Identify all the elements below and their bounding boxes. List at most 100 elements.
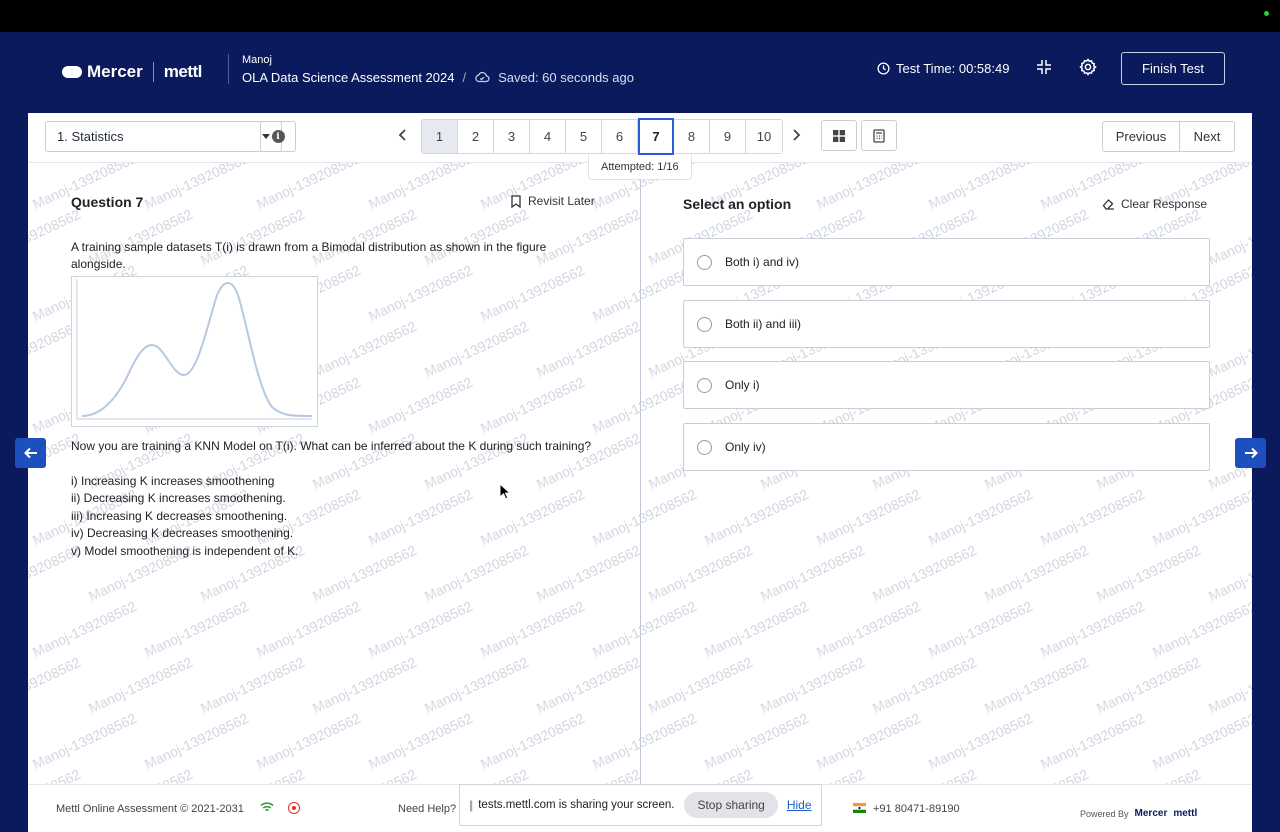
watermark-text: Manoj-139208562 bbox=[1205, 653, 1252, 717]
eraser-icon bbox=[1102, 199, 1114, 210]
watermark-text: Manoj-139208562 bbox=[1094, 766, 1203, 784]
pager-prev-icon[interactable] bbox=[398, 128, 408, 142]
drag-handle-icon[interactable]: || bbox=[469, 798, 473, 812]
watermark-text: Manoj-139208562 bbox=[589, 485, 699, 549]
watermark-text: Manoj-139208562 bbox=[870, 766, 979, 784]
watermark-text: Manoj-139208562 bbox=[589, 597, 699, 661]
page-button-7[interactable]: 7 bbox=[638, 118, 674, 155]
option-1[interactable]: Both i) and iv) bbox=[683, 238, 1210, 286]
section-dropdown[interactable]: 1. Statistics bbox=[45, 121, 282, 152]
watermark-text: Manoj-139208562 bbox=[1037, 597, 1147, 661]
radio-button[interactable] bbox=[697, 439, 712, 455]
watermark-text: Manoj-139208562 bbox=[253, 709, 363, 773]
powered-by: Powered By Mercer mettl bbox=[1080, 808, 1197, 819]
radio-button[interactable] bbox=[697, 377, 712, 393]
watermark-text: Manoj-139208562 bbox=[758, 766, 867, 784]
watermark-text: Manoj-139208562 bbox=[253, 597, 363, 661]
hide-link[interactable]: Hide bbox=[787, 798, 812, 812]
question-pager: 1 2 3 4 5 6 7 8 9 10 bbox=[421, 118, 783, 155]
watermark-text: Manoj-139208562 bbox=[925, 597, 1035, 661]
radio-button[interactable] bbox=[697, 254, 712, 270]
watermark-text: Manoj-139208562 bbox=[477, 709, 587, 773]
previous-button[interactable]: Previous bbox=[1103, 122, 1180, 151]
watermark-text: Manoj-139208562 bbox=[757, 653, 867, 717]
need-help-link[interactable]: Need Help? bbox=[398, 803, 456, 815]
page-button-4[interactable]: 4 bbox=[530, 120, 566, 153]
page-button-2[interactable]: 2 bbox=[458, 120, 494, 153]
watermark-text: Manoj-139208562 bbox=[198, 766, 307, 784]
option-4[interactable]: Only iv) bbox=[683, 423, 1210, 471]
gear-icon[interactable] bbox=[1079, 58, 1097, 76]
page-button-8[interactable]: 8 bbox=[674, 120, 710, 153]
watermark-text: Manoj-139208562 bbox=[85, 653, 195, 717]
watermark-text: Manoj-139208562 bbox=[141, 709, 251, 773]
statement-item: v) Model smoothening is independent of K… bbox=[71, 543, 299, 558]
pager-next-icon[interactable] bbox=[791, 128, 801, 142]
option-label: Only i) bbox=[725, 378, 760, 392]
watermark-text: Manoj-139208562 bbox=[646, 766, 755, 784]
attempted-count: Attempted: 1/16 bbox=[588, 155, 692, 180]
page-button-9[interactable]: 9 bbox=[710, 120, 746, 153]
calculator-button[interactable] bbox=[861, 120, 897, 151]
powered-by-mercer: Mercer bbox=[1134, 808, 1168, 819]
question-text: A training sample datasets T(i) is drawn… bbox=[71, 240, 547, 271]
info-button[interactable]: i bbox=[260, 121, 296, 152]
watermark-text: Manoj-139208562 bbox=[1205, 205, 1252, 269]
watermark-text: Manoj-139208562 bbox=[813, 709, 923, 773]
watermark-text: Manoj-139208562 bbox=[981, 653, 1091, 717]
clock-icon bbox=[877, 62, 890, 75]
top-black-bar bbox=[0, 0, 1280, 32]
watermark-text: Manoj-139208562 bbox=[310, 766, 419, 784]
page-button-1[interactable]: 1 bbox=[422, 120, 458, 153]
previous-question-arrow[interactable] bbox=[15, 438, 46, 468]
watermark-text: Manoj-139208562 bbox=[1205, 541, 1252, 605]
statement-item: iv) Decreasing K decreases smoothening. bbox=[71, 526, 294, 541]
page-button-5[interactable]: 5 bbox=[566, 120, 602, 153]
minimize-icon[interactable] bbox=[1035, 58, 1053, 76]
recording-indicator-dot bbox=[1264, 11, 1269, 16]
watermark-text: Manoj-139208562 bbox=[534, 766, 643, 784]
watermark-text: Manoj-139208562 bbox=[309, 541, 419, 605]
next-question-arrow[interactable] bbox=[1235, 438, 1266, 468]
radio-button[interactable] bbox=[697, 316, 712, 332]
next-button[interactable]: Next bbox=[1180, 122, 1234, 151]
watermark-text: Manoj-139208562 bbox=[533, 541, 643, 605]
share-message: tests.mettl.com is sharing your screen. bbox=[478, 799, 675, 811]
watermark-text: Manoj-139208562 bbox=[813, 597, 923, 661]
page-button-3[interactable]: 3 bbox=[494, 120, 530, 153]
powered-by-label: Powered By bbox=[1080, 808, 1129, 819]
prev-next-group: Previous Next bbox=[1102, 121, 1235, 152]
question-grid-button[interactable] bbox=[821, 120, 857, 151]
watermark-text: Manoj-139208562 bbox=[1149, 709, 1252, 773]
finish-test-button[interactable]: Finish Test bbox=[1121, 52, 1225, 85]
statement-item: ii) Decreasing K increases smoothening. bbox=[71, 491, 286, 506]
brand-separator bbox=[152, 62, 154, 82]
watermark-text: Manoj-139208562 bbox=[421, 317, 531, 381]
powered-by-mettl: mettl bbox=[1173, 808, 1198, 819]
page-button-6[interactable]: 6 bbox=[602, 120, 638, 153]
watermark-text: Manoj-139208562 bbox=[477, 485, 587, 549]
section-dropdown-value: 1. Statistics bbox=[57, 129, 124, 144]
watermark-text: Manoj-139208562 bbox=[981, 541, 1091, 605]
watermark-text: Manoj-139208562 bbox=[365, 597, 475, 661]
select-option-heading: Select an option bbox=[683, 196, 792, 212]
watermark-text: Manoj-139208562 bbox=[982, 766, 1091, 784]
watermark-text: Manoj-139208562 bbox=[701, 485, 811, 549]
watermark-text: Manoj-139208562 bbox=[141, 163, 251, 213]
page-button-10[interactable]: 10 bbox=[746, 120, 782, 153]
watermark-text: Manoj-139208562 bbox=[29, 597, 139, 661]
option-3[interactable]: Only i) bbox=[683, 361, 1210, 409]
revisit-later-label: Revisit Later bbox=[528, 194, 595, 208]
stop-sharing-button[interactable]: Stop sharing bbox=[684, 792, 778, 818]
watermark-text: Manoj-139208562 bbox=[421, 541, 531, 605]
option-2[interactable]: Both ii) and iii) bbox=[683, 300, 1210, 348]
watermark-text: Manoj-139208562 bbox=[1149, 597, 1252, 661]
watermark-text: Manoj-139208562 bbox=[365, 709, 475, 773]
watermark-text: Manoj-139208562 bbox=[422, 766, 531, 784]
bookmark-icon bbox=[511, 194, 521, 208]
watermark-text: Manoj-139208562 bbox=[1205, 317, 1252, 381]
revisit-later-button[interactable]: Revisit Later bbox=[511, 194, 595, 208]
watermark-text: Manoj-139208562 bbox=[533, 653, 643, 717]
clear-response-button[interactable]: Clear Response bbox=[1102, 197, 1207, 211]
watermark-text: Manoj-139208562 bbox=[813, 485, 923, 549]
